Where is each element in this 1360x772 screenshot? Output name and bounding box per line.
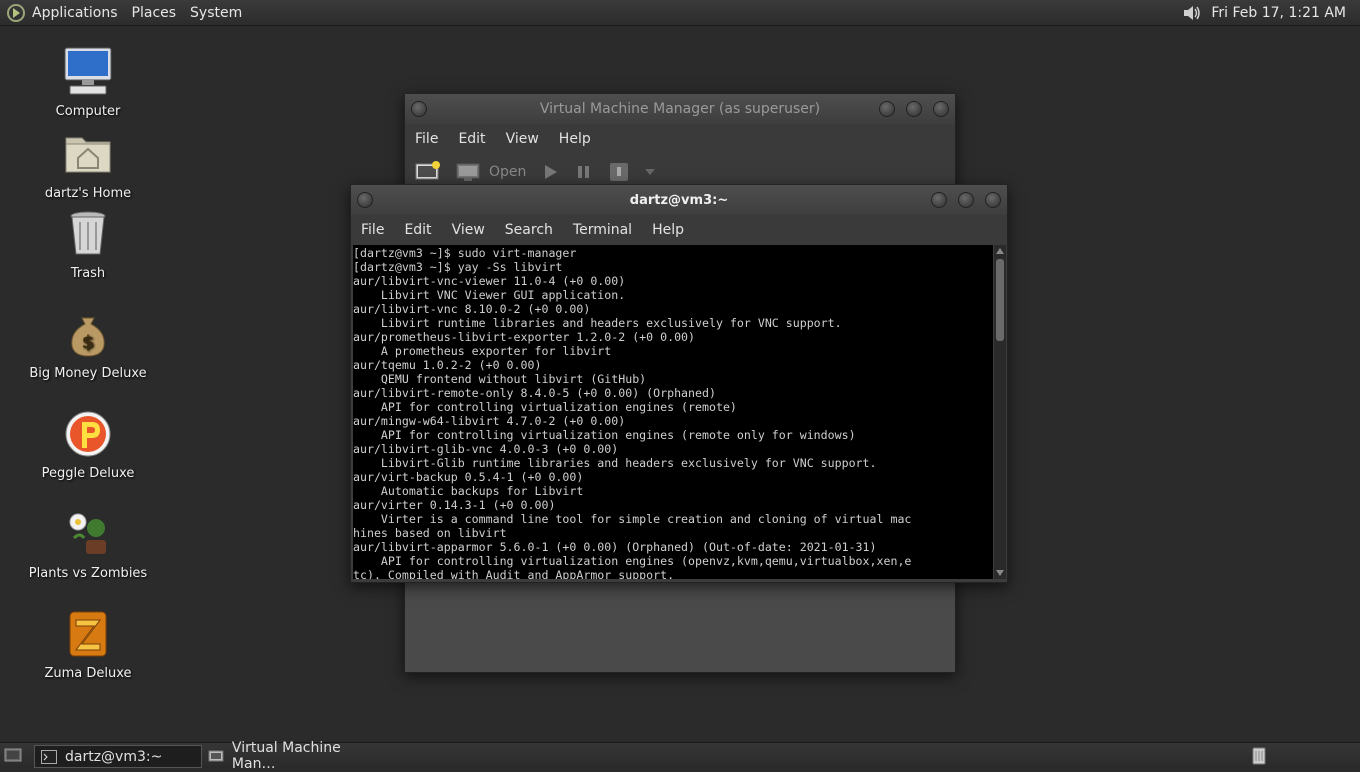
pause-icon xyxy=(578,166,590,178)
desktop-icon-label: Plants vs Zombies xyxy=(28,566,148,581)
window-title: dartz@vm3:~ xyxy=(629,192,729,208)
distro-logo-icon[interactable] xyxy=(6,3,26,23)
window-title: Virtual Machine Manager (as superuser) xyxy=(539,101,821,117)
svg-text:$: $ xyxy=(82,332,95,353)
money-bag-icon: $ xyxy=(71,317,105,357)
taskbar-task-label: dartz@vm3:~ xyxy=(65,748,163,765)
system-tray: Fri Feb 17, 1:21 AM xyxy=(1181,0,1346,25)
new-vm-button[interactable] xyxy=(415,161,441,183)
bottom-panel: dartz@vm3:~ Virtual Machine Man… xyxy=(0,740,1360,772)
terminal-icon xyxy=(41,749,57,764)
applications-menu[interactable]: Applications xyxy=(32,5,118,21)
new-vm-icon xyxy=(415,161,440,180)
desktop-icon-home[interactable]: dartz's Home xyxy=(13,128,163,201)
menu-file[interactable]: File xyxy=(415,131,438,147)
virt-manager-menubar: File Edit View Help xyxy=(405,124,955,154)
monitor-icon xyxy=(456,163,480,181)
pause-button[interactable] xyxy=(574,163,594,181)
desktop-icon-big-money[interactable]: $ Big Money Deluxe xyxy=(13,308,163,381)
chevron-down-icon xyxy=(645,169,656,175)
menu-edit[interactable]: Edit xyxy=(458,131,485,147)
menu-edit[interactable]: Edit xyxy=(404,222,431,238)
desktop-icon-label: dartz's Home xyxy=(44,186,132,201)
maximize-button[interactable] xyxy=(906,101,922,117)
scroll-down-icon[interactable] xyxy=(996,570,1004,576)
desktop-icon-zuma[interactable]: Zuma Deluxe xyxy=(13,608,163,681)
home-folder-icon xyxy=(65,137,111,173)
desktop-icon-label: Trash xyxy=(70,266,106,281)
open-button-label: Open xyxy=(489,164,527,180)
menu-file[interactable]: File xyxy=(361,222,384,238)
taskbar-terminal[interactable]: dartz@vm3:~ xyxy=(34,745,202,768)
show-desktop-icon[interactable] xyxy=(4,747,22,763)
terminal-window: dartz@vm3:~ File Edit View Search Termin… xyxy=(350,184,1008,583)
system-menu[interactable]: System xyxy=(190,5,242,21)
virt-manager-titlebar[interactable]: Virtual Machine Manager (as superuser) xyxy=(405,94,955,124)
desktop-icon-label: Computer xyxy=(55,104,121,119)
zuma-icon xyxy=(69,611,107,657)
volume-icon[interactable] xyxy=(1181,3,1203,23)
virt-manager-icon xyxy=(208,750,224,761)
menu-search[interactable]: Search xyxy=(505,222,553,238)
terminal-scrollbar[interactable] xyxy=(994,245,1006,579)
shutdown-button[interactable] xyxy=(608,162,630,182)
taskbar-virt-manager[interactable]: Virtual Machine Man… xyxy=(202,740,388,772)
top-panel: Applications Places System Fri Feb 17, 1… xyxy=(0,0,1360,26)
play-icon xyxy=(545,165,558,179)
desktop-icon-computer[interactable]: Computer xyxy=(13,46,163,119)
menu-help[interactable]: Help xyxy=(652,222,684,238)
power-icon xyxy=(610,163,629,181)
places-menu[interactable]: Places xyxy=(132,5,177,21)
desktop-icon-label: Zuma Deluxe xyxy=(44,666,132,681)
scroll-up-icon[interactable] xyxy=(996,248,1004,254)
maximize-button[interactable] xyxy=(958,192,974,208)
desktop-icon-label: Big Money Deluxe xyxy=(29,366,147,381)
run-button[interactable] xyxy=(540,163,560,181)
terminal-titlebar[interactable]: dartz@vm3:~ xyxy=(351,185,1007,215)
plants-vs-zombies-icon xyxy=(69,513,106,554)
terminal-output: [dartz@vm3 ~]$ sudo virt-manager [dartz@… xyxy=(353,246,912,579)
minimize-button[interactable] xyxy=(931,192,947,208)
menu-help[interactable]: Help xyxy=(559,131,591,147)
window-menu-icon[interactable] xyxy=(411,101,427,117)
desktop-icon-plants-vs-zombies[interactable]: Plants vs Zombies xyxy=(13,508,163,581)
open-button[interactable]: Open xyxy=(455,161,526,183)
menu-view[interactable]: View xyxy=(452,222,485,238)
terminal-output-area[interactable]: [dartz@vm3 ~]$ sudo virt-manager [dartz@… xyxy=(353,245,993,579)
menu-terminal[interactable]: Terminal xyxy=(573,222,632,238)
minimize-button[interactable] xyxy=(879,101,895,117)
trash-icon xyxy=(70,211,106,255)
desktop-icon-peggle[interactable]: Peggle Deluxe xyxy=(13,408,163,481)
computer-icon xyxy=(64,47,112,95)
peggle-icon xyxy=(65,411,111,457)
clock[interactable]: Fri Feb 17, 1:21 AM xyxy=(1211,5,1346,21)
trash-applet-icon[interactable] xyxy=(1252,746,1266,765)
taskbar-task-label: Virtual Machine Man… xyxy=(231,739,341,772)
desktop-icon-label: Peggle Deluxe xyxy=(41,466,135,481)
close-button[interactable] xyxy=(985,192,1001,208)
close-button[interactable] xyxy=(933,101,949,117)
menu-view[interactable]: View xyxy=(506,131,539,147)
scrollbar-thumb[interactable] xyxy=(996,259,1004,341)
terminal-menubar: File Edit View Search Terminal Help xyxy=(351,215,1007,245)
window-menu-icon[interactable] xyxy=(357,192,373,208)
desktop-icon-trash[interactable]: Trash xyxy=(13,208,163,281)
shutdown-dropdown[interactable] xyxy=(644,167,656,177)
